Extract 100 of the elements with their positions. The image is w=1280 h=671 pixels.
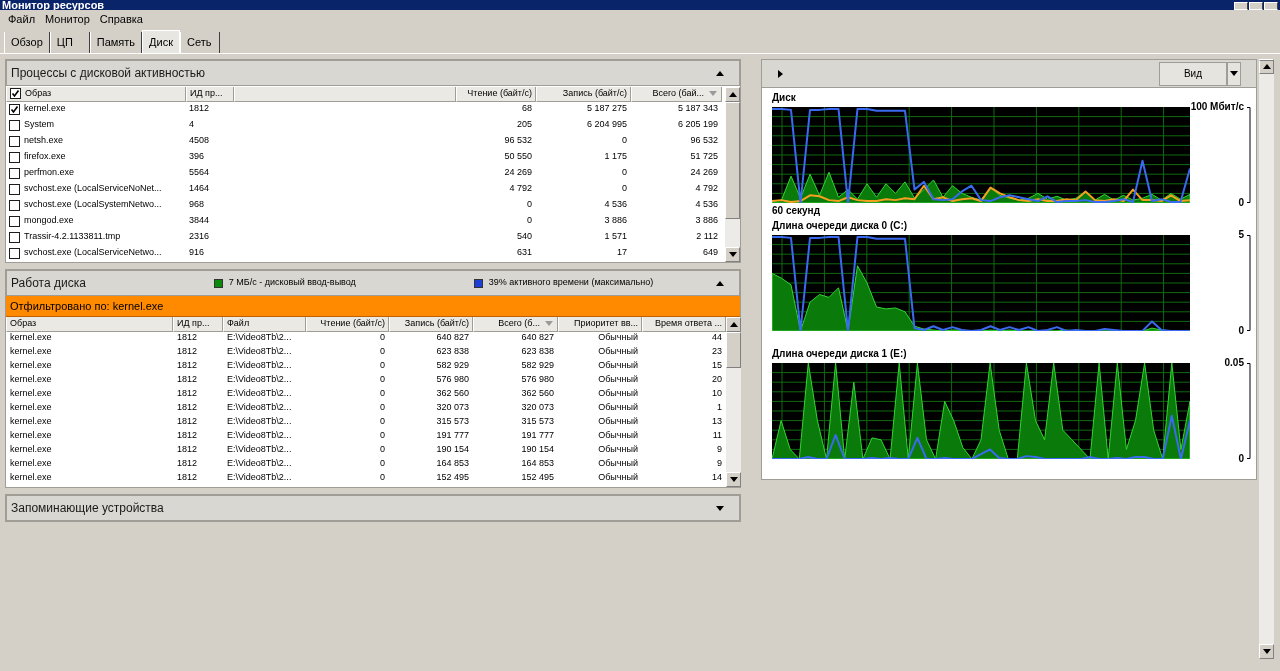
table-cell: 190 154 bbox=[521, 444, 554, 455]
table-cell: 0 bbox=[622, 167, 627, 178]
tab[interactable]: Сеть bbox=[180, 32, 220, 53]
table-cell: 0 bbox=[380, 444, 385, 455]
scroll-up-button[interactable] bbox=[726, 317, 741, 332]
table-cell: 20 bbox=[712, 374, 722, 385]
table-cell: E:\Video8Tb\2... bbox=[227, 444, 292, 455]
table-cell: 1812 bbox=[177, 472, 198, 483]
section-header[interactable]: Запоминающие устройства bbox=[6, 495, 740, 521]
column-header[interactable]: ИД пр... bbox=[173, 317, 223, 332]
menu-item[interactable]: Файл bbox=[8, 11, 36, 28]
table-cell: 315 573 bbox=[436, 416, 469, 427]
scrollbar[interactable] bbox=[1259, 59, 1274, 659]
checkbox[interactable] bbox=[9, 183, 20, 195]
menu-item[interactable]: Справка bbox=[99, 11, 143, 28]
dropdown-button[interactable] bbox=[1227, 61, 1241, 86]
checkbox[interactable] bbox=[9, 247, 20, 259]
scroll-up-button[interactable] bbox=[725, 87, 740, 102]
table-cell: 640 827 bbox=[436, 332, 469, 343]
table-cell: 14 bbox=[712, 472, 722, 483]
table-cell: 15 bbox=[712, 360, 722, 371]
scroll-down-button[interactable] bbox=[1259, 644, 1274, 659]
table-cell: kernel.exe bbox=[24, 102, 66, 116]
table-cell: 1812 bbox=[177, 458, 198, 469]
column-header[interactable]: Файл bbox=[223, 317, 306, 332]
tab[interactable]: ЦП bbox=[49, 32, 90, 53]
column-header[interactable]: ИД пр... bbox=[186, 87, 234, 102]
table-cell: E:\Video8Tb\2... bbox=[227, 458, 292, 469]
table-cell: Обычный bbox=[598, 346, 638, 357]
scroll-thumb[interactable] bbox=[725, 102, 740, 219]
table-cell: 24 269 bbox=[504, 167, 532, 178]
arrow-up-icon bbox=[728, 321, 739, 328]
table-cell: E:\Video8Tb\2... bbox=[227, 416, 292, 427]
view-button[interactable]: Вид bbox=[1159, 61, 1227, 86]
checkbox[interactable] bbox=[9, 151, 20, 163]
column-header[interactable]: Чтение (байт/с) bbox=[306, 317, 389, 332]
table-cell: svchost.exe (LocalServiceNetwo... bbox=[24, 246, 162, 260]
checkbox[interactable] bbox=[9, 215, 20, 227]
column-header[interactable]: Образ bbox=[6, 317, 173, 332]
section-header[interactable]: Процессы с дисковой активностью bbox=[6, 60, 740, 86]
tab[interactable]: Обзор bbox=[4, 32, 50, 53]
table-cell: 191 777 bbox=[436, 430, 469, 441]
axis-tick-label: 100 Мбит/с bbox=[1190, 101, 1244, 113]
table-cell: 576 980 bbox=[521, 374, 554, 385]
checkbox[interactable] bbox=[9, 135, 20, 147]
tab[interactable]: Диск bbox=[142, 30, 180, 53]
table-cell: E:\Video8Tb\2... bbox=[227, 430, 292, 441]
table-cell: Обычный bbox=[598, 472, 638, 483]
column-header[interactable]: Время ответа ... bbox=[642, 317, 726, 332]
checkbox[interactable] bbox=[9, 119, 20, 131]
table-cell: 540 bbox=[516, 231, 532, 242]
checkbox[interactable] bbox=[9, 231, 20, 243]
column-header[interactable]: Запись (байт/с) bbox=[389, 317, 473, 332]
table-cell: 152 495 bbox=[436, 472, 469, 483]
column-header[interactable]: Приоритет вв... bbox=[558, 317, 642, 332]
table-cell: 1812 bbox=[177, 332, 198, 343]
scrollbar[interactable] bbox=[726, 317, 741, 487]
column-header[interactable]: Образ bbox=[6, 87, 186, 102]
column-header[interactable]: Чтение (байт/с) bbox=[456, 87, 536, 102]
checkbox[interactable] bbox=[10, 88, 21, 100]
table-cell: kernel.exe bbox=[10, 458, 52, 469]
table-cell: 24 269 bbox=[690, 167, 718, 178]
table-cell: 0 bbox=[622, 135, 627, 146]
table-cell: 44 bbox=[712, 332, 722, 343]
checkbox[interactable] bbox=[9, 167, 20, 179]
tab[interactable]: Память bbox=[89, 32, 143, 53]
table-cell: 164 853 bbox=[436, 458, 469, 469]
column-header[interactable]: Всего (бай... bbox=[631, 87, 722, 102]
column-header[interactable]: Всего (б... bbox=[473, 317, 558, 332]
menu-item[interactable]: Монитор bbox=[45, 11, 90, 28]
column-header[interactable]: Запись (байт/с) bbox=[536, 87, 631, 102]
table-cell: kernel.exe bbox=[10, 332, 52, 343]
arrow-down-icon bbox=[727, 251, 738, 258]
scroll-thumb[interactable] bbox=[1259, 59, 1274, 61]
table-cell: 0 bbox=[380, 430, 385, 441]
sort-icon bbox=[544, 320, 554, 328]
collapse-icon bbox=[715, 69, 725, 77]
table-cell: 396 bbox=[189, 151, 205, 162]
scroll-down-button[interactable] bbox=[725, 247, 740, 262]
table-cell: kernel.exe bbox=[10, 360, 52, 371]
checkbox[interactable] bbox=[9, 103, 20, 115]
scroll-down-button[interactable] bbox=[726, 472, 741, 487]
table-cell: Обычный bbox=[598, 430, 638, 441]
table-cell: 51 725 bbox=[690, 151, 718, 162]
checkbox[interactable] bbox=[9, 199, 20, 211]
table-cell: 0 bbox=[380, 416, 385, 427]
table-cell: E:\Video8Tb\2... bbox=[227, 388, 292, 399]
scrollbar[interactable] bbox=[725, 87, 740, 262]
table-cell: E:\Video8Tb\2... bbox=[227, 346, 292, 357]
table-cell: 362 560 bbox=[521, 388, 554, 399]
legend-label: 39% активного времени (максимально) bbox=[488, 276, 654, 290]
table-cell: 1812 bbox=[189, 103, 210, 114]
scroll-thumb[interactable] bbox=[726, 332, 741, 368]
table-cell: 2 112 bbox=[696, 231, 718, 242]
table-cell: 0 bbox=[380, 402, 385, 413]
table-cell: 1812 bbox=[177, 360, 198, 371]
table-cell: 582 929 bbox=[436, 360, 469, 371]
table-cell: kernel.exe bbox=[10, 472, 52, 483]
table-cell: 13 bbox=[712, 416, 722, 427]
section-header[interactable]: Работа диска 7 МБ/с - дисковый ввод-вывод 39% активного времени (максимально) bbox=[6, 270, 740, 296]
